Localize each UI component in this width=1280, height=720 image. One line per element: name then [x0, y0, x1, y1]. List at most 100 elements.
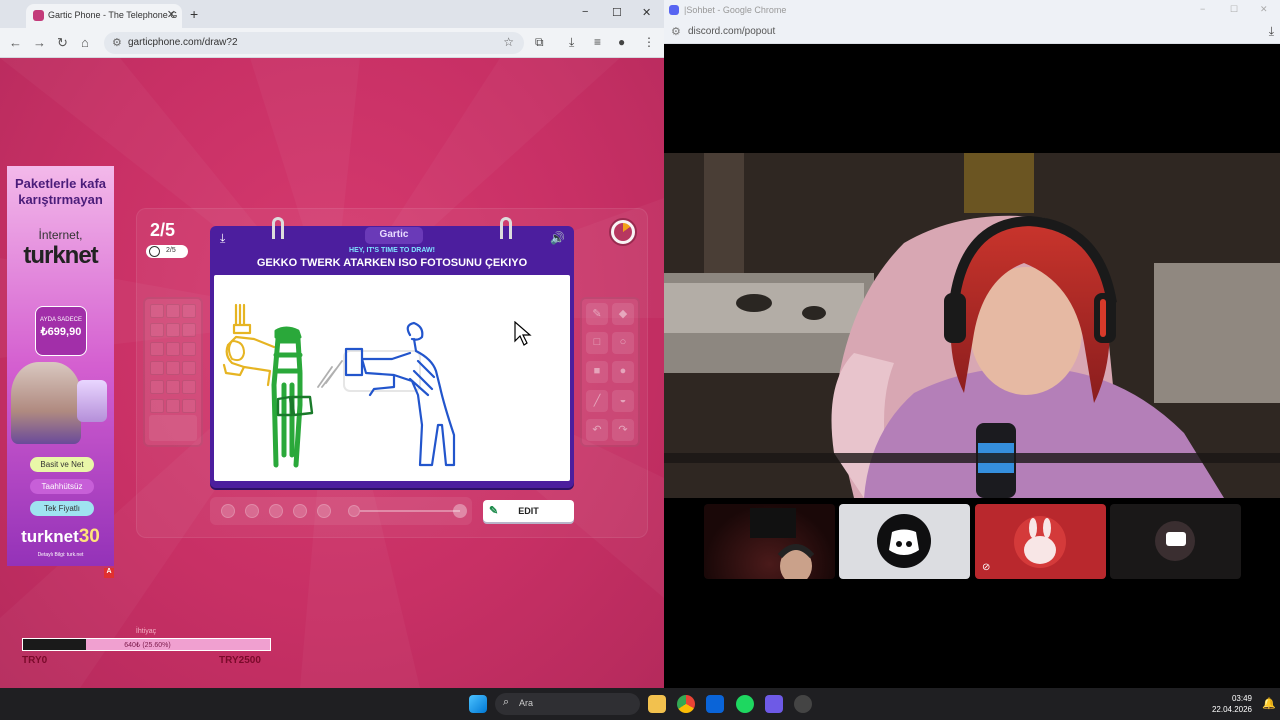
start-icon[interactable]: [469, 695, 487, 713]
address-bar-row: ← → ↻ ⌂ ⚙ garticphone.com/draw?2 ☆ ⧉ ⤓ ≡…: [0, 28, 664, 58]
turknet-ad[interactable]: Paketlerle kafa karıştırmayan İnternet, …: [7, 166, 114, 566]
file-explorer-icon[interactable]: [648, 695, 666, 713]
ad-internet: İnternet,: [38, 228, 83, 242]
search-placeholder: Ara: [519, 698, 534, 708]
color-swatch[interactable]: [166, 361, 180, 375]
brush-size-5[interactable]: [317, 504, 331, 518]
bunny-avatar: [1014, 516, 1066, 568]
new-tab-button[interactable]: +: [190, 6, 198, 22]
redo-icon[interactable]: ↷: [612, 419, 634, 441]
close-window-button[interactable]: ✕: [642, 6, 651, 19]
close-tab-icon[interactable]: ✕: [167, 8, 176, 21]
main-video-stream[interactable]: [664, 153, 1280, 498]
color-swatch[interactable]: [182, 323, 196, 337]
color-swatch[interactable]: [182, 304, 196, 318]
rectangle-tool-icon[interactable]: □: [586, 332, 608, 354]
undo-icon[interactable]: ↶: [586, 419, 608, 441]
color-swatch[interactable]: [150, 380, 164, 394]
forward-icon[interactable]: →: [33, 35, 46, 50]
search-icon: ⌕: [503, 696, 510, 708]
color-swatch[interactable]: [182, 380, 196, 394]
obs-icon[interactable]: [794, 695, 812, 713]
discord-url: discord.com/popout: [688, 26, 776, 37]
ad-pill-taahhutsuz: Taahhütsüz: [30, 479, 94, 494]
tab-gartic[interactable]: Gartic Phone - The Telephone G ✕: [26, 4, 182, 28]
notification-icon[interactable]: 🔔: [1262, 697, 1276, 710]
site-info-icon[interactable]: ⚙: [112, 36, 122, 49]
menu-icon[interactable]: ⋮: [643, 35, 655, 49]
maximize-button[interactable]: ☐: [1230, 4, 1238, 15]
donation-progress-bar: 640₺ (25.60%): [22, 638, 271, 651]
discord-window-title: |Sohbet - Google Chrome: [684, 5, 787, 15]
bookmark-star-icon[interactable]: ☆: [503, 35, 514, 49]
profile-icon[interactable]: ●: [618, 35, 625, 49]
edit-button[interactable]: ✎ EDIT: [483, 500, 574, 522]
reload-icon[interactable]: ↻: [57, 35, 68, 51]
participant-tile-3[interactable]: ⊘: [975, 504, 1106, 579]
color-swatch[interactable]: [150, 361, 164, 375]
color-swatch[interactable]: [150, 342, 164, 356]
muted-icon: ⊘: [982, 562, 991, 573]
ad-footer-brand: turknet30: [7, 526, 114, 548]
download-icon[interactable]: ⤓: [1269, 24, 1274, 39]
ellipse-tool-icon[interactable]: ○: [612, 332, 634, 354]
custom-color-button[interactable]: [149, 415, 197, 441]
sound-icon[interactable]: 🔊: [550, 231, 565, 245]
webcam-scene: [664, 153, 1280, 498]
line-tool-icon[interactable]: ╱: [586, 390, 608, 412]
color-swatch[interactable]: [182, 361, 196, 375]
extensions-icon[interactable]: ⧉: [535, 35, 544, 50]
bucket-tool-icon[interactable]: ◒: [612, 390, 634, 412]
maximize-button[interactable]: ☐: [612, 6, 622, 19]
brush-size-3[interactable]: [269, 504, 283, 518]
outlook-icon[interactable]: [706, 695, 724, 713]
pen-tool-icon[interactable]: ✎: [586, 303, 608, 325]
discord-address-bar[interactable]: ⚙ discord.com/popout ⤓: [664, 20, 1280, 44]
spotify-icon[interactable]: [736, 695, 754, 713]
brush-size-1[interactable]: [221, 504, 235, 518]
taskbar-search[interactable]: ⌕ Ara: [495, 693, 640, 715]
color-swatch[interactable]: [166, 323, 180, 337]
app-icon[interactable]: [765, 695, 783, 713]
url-input[interactable]: ⚙ garticphone.com/draw?2 ☆: [104, 32, 524, 54]
brush-size-4[interactable]: [293, 504, 307, 518]
filled-rect-tool-icon[interactable]: ■: [586, 361, 608, 383]
participant-tile-1[interactable]: [704, 504, 835, 579]
back-icon[interactable]: ←: [9, 35, 22, 50]
minimize-button[interactable]: −: [582, 6, 588, 18]
participant-tile-4[interactable]: [1110, 504, 1241, 579]
close-window-button[interactable]: ✕: [1260, 4, 1268, 15]
ad-choices-badge[interactable]: A: [104, 568, 114, 578]
opacity-slider[interactable]: [360, 510, 460, 512]
pencil-icon: ✎: [489, 505, 499, 517]
color-swatch[interactable]: [166, 304, 180, 318]
ad-price-box: AYDA SADECE ₺699,90: [35, 306, 87, 356]
home-icon[interactable]: ⌂: [81, 35, 89, 50]
filled-ellipse-tool-icon[interactable]: ●: [612, 361, 634, 383]
color-swatch[interactable]: [166, 342, 180, 356]
donation-max: TRY2500: [219, 655, 261, 666]
site-info-icon[interactable]: ⚙: [671, 25, 681, 38]
drawing-canvas[interactable]: [214, 275, 570, 481]
color-swatch[interactable]: [182, 399, 196, 413]
color-swatch[interactable]: [150, 304, 164, 318]
chrome-icon[interactable]: [677, 695, 695, 713]
color-swatch[interactable]: [150, 323, 164, 337]
url-text: garticphone.com/draw?2: [128, 37, 238, 48]
clock-date: 22.04.2026: [1211, 705, 1252, 714]
color-swatch[interactable]: [166, 399, 180, 413]
opacity-slider-knob[interactable]: [453, 504, 467, 518]
taskbar-clock[interactable]: 03:49 22.04.2026: [1200, 693, 1252, 715]
ad-footer-name: turknet: [21, 527, 79, 546]
color-swatch[interactable]: [150, 399, 164, 413]
download-drawing-icon[interactable]: ⤓: [220, 231, 225, 246]
minimize-button[interactable]: −: [1200, 4, 1205, 14]
download-icon[interactable]: ⤓: [569, 35, 574, 50]
media-icon[interactable]: ≡: [594, 35, 601, 49]
color-swatch[interactable]: [166, 380, 180, 394]
participant-tile-2[interactable]: [839, 504, 970, 579]
eraser-tool-icon[interactable]: ◆: [612, 303, 634, 325]
color-swatch[interactable]: [182, 342, 196, 356]
brush-size-2[interactable]: [245, 504, 259, 518]
drawing-board: Gartic ⤓ 🔊 HEY, IT'S TIME TO DRAW! GEKKO…: [210, 217, 574, 488]
